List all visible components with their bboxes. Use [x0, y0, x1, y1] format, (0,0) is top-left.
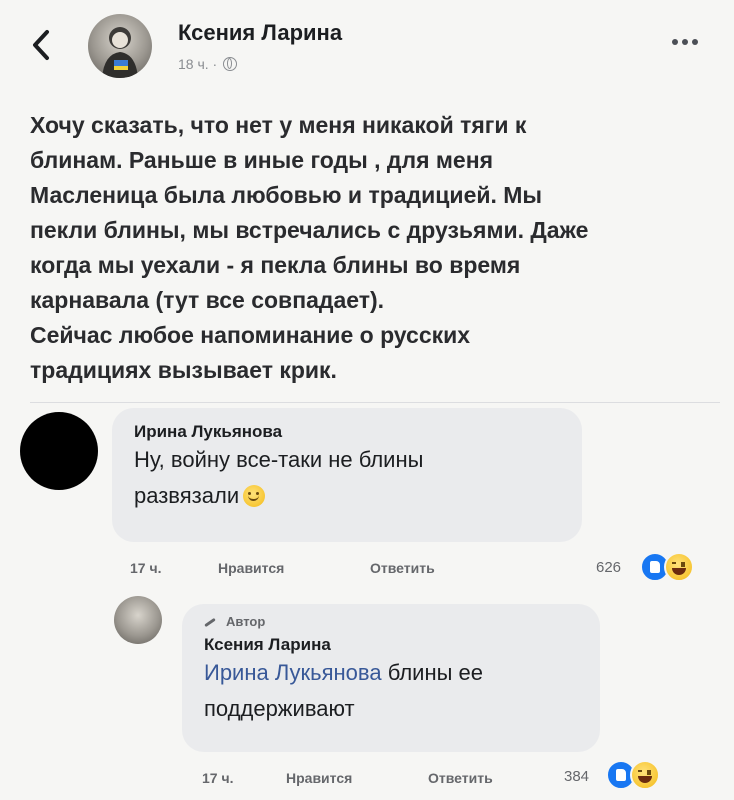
comment-text: Ну, войну все-таки не блины развязали: [134, 447, 424, 508]
reactions[interactable]: [640, 552, 694, 582]
divider: [30, 402, 720, 403]
mention-link[interactable]: Ирина Лукьянова: [204, 660, 382, 685]
reply-button[interactable]: Ответить: [370, 560, 435, 576]
haha-reaction-icon: [664, 552, 694, 582]
reply-text: Ирина Лукьянова блины ее поддерживают: [204, 660, 483, 721]
commenter-avatar[interactable]: [20, 412, 98, 490]
more-options-button[interactable]: [672, 34, 708, 50]
reply-time[interactable]: 17 ч.: [202, 770, 233, 786]
chevron-left-icon: [33, 30, 49, 60]
haha-reaction-icon: [630, 760, 660, 790]
pen-icon: [204, 617, 220, 627]
author-avatar[interactable]: [88, 14, 152, 78]
reply-reactions-count[interactable]: 384: [564, 768, 589, 785]
more-horizontal-icon: [672, 39, 678, 45]
post-text: Хочу сказать, что нет у меня никакой тяг…: [30, 112, 589, 383]
reply-reply-button[interactable]: Ответить: [428, 770, 493, 786]
author-badge: Автор: [204, 614, 580, 629]
post-meta: 18 ч. ·: [178, 56, 238, 72]
person-photo-icon: [102, 27, 138, 78]
comment-bubble: Ирина Лукьянова Ну, войну все-таки не бл…: [112, 408, 582, 542]
smile-emoji-icon: [243, 485, 266, 507]
commenter-name[interactable]: Ирина Лукьянова: [134, 422, 562, 442]
post-author-name[interactable]: Ксения Ларина: [178, 20, 342, 46]
post-body: Хочу сказать, что нет у меня никакой тяг…: [30, 108, 720, 388]
post-time[interactable]: 18 ч. ·: [178, 56, 217, 72]
reply-bubble: Автор Ксения Ларина Ирина Лукьянова блин…: [182, 604, 600, 752]
comment-time[interactable]: 17 ч.: [130, 560, 161, 576]
reply-reactions[interactable]: [606, 760, 660, 790]
author-reply-avatar[interactable]: [114, 596, 162, 644]
globe-icon: [223, 57, 238, 71]
reply-author-name[interactable]: Ксения Ларина: [204, 635, 580, 655]
back-button[interactable]: [30, 28, 56, 62]
reply-like-button[interactable]: Нравится: [286, 770, 352, 786]
like-button[interactable]: Нравится: [218, 560, 284, 576]
reactions-count[interactable]: 626: [596, 559, 621, 576]
